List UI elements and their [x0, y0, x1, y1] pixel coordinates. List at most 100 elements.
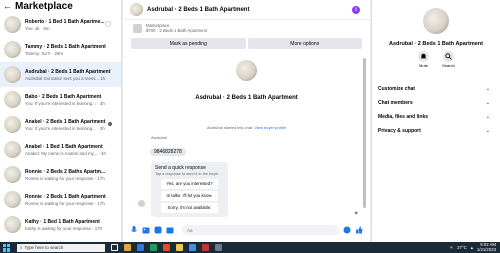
- conversation-snippet: Tammy: So?! · 29m: [25, 50, 64, 56]
- message-bubble: 9846828278: [150, 148, 186, 156]
- quick-response-button[interactable]: Yes, are you interested?: [161, 179, 218, 189]
- windows-taskbar: ⌕ Type here to search ☀ 27°C ▴ 9:02 AM 1…: [0, 242, 500, 253]
- more-options-button[interactable]: More options: [247, 38, 362, 49]
- chat-intro: Asdrubal · 2 Beds 1 Bath Apartment: [123, 52, 370, 101]
- mute-button[interactable]: Mute: [416, 51, 432, 68]
- quick-response-button[interactable]: Sorry, it's not available.: [161, 203, 218, 213]
- avatar[interactable]: [130, 3, 143, 16]
- app-icon[interactable]: [202, 244, 209, 251]
- conversation-item[interactable]: Babo · 2 Beds 1 Bath Apartment You: If yo…: [0, 87, 121, 112]
- conversation-snippet: You: If you're interested in learning...…: [25, 125, 105, 131]
- seen-indicator-icon: ◉: [354, 210, 359, 215]
- conversation-item[interactable]: Ronnie · 2 Beds 1 Bath Apartment Ronnie i…: [0, 187, 121, 212]
- intro-name: Asdrubal · 2 Beds 1 Bath Apartment: [195, 95, 298, 101]
- conversation-name: Tammy · 2 Beds 1 Bath Apartment: [25, 43, 106, 50]
- conversation-name: Babo · 2 Beds 1 Bath Apartment: [25, 93, 102, 100]
- started-text: Asdrubal started this chat.: [206, 125, 254, 130]
- avatar: [236, 60, 257, 81]
- app-icon[interactable]: [189, 244, 196, 251]
- conversation-snippet: You: If you're interested in learning...…: [25, 100, 105, 106]
- conversation-name: Ronnie · 2 Beds 2 Baths Apartm...: [25, 168, 106, 175]
- conversation-name: Kathy · 1 Bed 1 Bath Apartment: [25, 218, 100, 225]
- search-icon: ⌕: [20, 245, 23, 250]
- taskbar-search[interactable]: ⌕ Type here to search: [17, 243, 105, 252]
- gif-icon[interactable]: [166, 226, 174, 234]
- mark-read-icon[interactable]: [105, 21, 111, 27]
- avatar: [4, 41, 21, 58]
- panel-actions: Mute Search: [372, 51, 500, 68]
- chevron-down-icon: ⌄: [485, 86, 490, 92]
- weather-icon[interactable]: ☀: [449, 245, 453, 251]
- quick-response-card: Send a quick response Tap a response to …: [151, 162, 228, 217]
- conversation-item[interactable]: Anabel · 2 Beds 1 Bath Apartment You: If …: [0, 112, 121, 137]
- view-buyer-profile-link[interactable]: View buyer profile: [254, 125, 286, 130]
- app-icon[interactable]: [176, 244, 183, 251]
- app-icon[interactable]: [163, 244, 170, 251]
- app-icon[interactable]: [124, 244, 131, 251]
- app-icon[interactable]: [150, 244, 157, 251]
- image-icon[interactable]: [142, 226, 150, 234]
- quick-response-title: Send a quick response: [155, 165, 206, 171]
- app-icon[interactable]: [137, 244, 144, 251]
- search-icon: [443, 51, 454, 62]
- conversation-item-active[interactable]: Asdrubal · 2 Beds 1 Bath Apartment Asdrub…: [0, 62, 121, 87]
- sender-label: Asdrubal: [151, 135, 167, 140]
- sidebar-header: ← Marketplace: [0, 0, 121, 12]
- chevron-down-icon: ⌄: [485, 128, 490, 134]
- menu-label: Privacy & support: [378, 128, 421, 134]
- message-input[interactable]: [182, 225, 339, 235]
- menu-chat-members[interactable]: Chat members ⌄: [372, 96, 500, 110]
- microphone-icon[interactable]: [130, 226, 138, 234]
- avatar: [4, 166, 21, 183]
- bell-icon: [418, 51, 429, 62]
- conversation-snippet: Ronnie is waiting for your response · 17…: [25, 175, 105, 181]
- sticker-icon[interactable]: [154, 226, 162, 234]
- chat-title[interactable]: Asdrubal · 2 Beds 1 Bath Apartment: [147, 7, 249, 13]
- listing-thumbnail: [133, 23, 142, 33]
- like-icon[interactable]: [355, 226, 363, 234]
- quick-response-subtitle: Tap a response to send it to the buyer.: [155, 172, 220, 176]
- task-view-icon[interactable]: [111, 244, 118, 251]
- system-tray: ☀ 27°C ▴ 9:02 AM 1/21/2023: [449, 242, 496, 253]
- conversation-item[interactable]: Ronnie · 2 Beds 2 Baths Apartm... Ronnie …: [0, 162, 121, 187]
- menu-label: Customize chat: [378, 86, 415, 92]
- conversation-sidebar: ← Marketplace Roberto · 1 Bed 1 Bath Apa…: [0, 0, 122, 242]
- chat-header: Asdrubal · 2 Beds 1 Bath Apartment i: [123, 0, 370, 20]
- conversation-snippet: Ronnie is waiting for your response · 17…: [25, 200, 105, 206]
- app-icon[interactable]: [215, 244, 222, 251]
- conversation-item[interactable]: Anabel · 1 Bed 1 Bath Apartment Anabel: M…: [0, 137, 121, 162]
- back-arrow-icon[interactable]: ←: [3, 1, 12, 11]
- conversation-item[interactable]: Kathy · 1 Bed 1 Bath Apartment Kathy is w…: [0, 212, 121, 237]
- temperature[interactable]: 27°C: [457, 245, 467, 250]
- avatar: [423, 8, 449, 34]
- network-icon[interactable]: ▴: [471, 245, 473, 251]
- menu-label: Chat members: [378, 100, 413, 106]
- panel-name: Asdrubal · 2 Beds 1 Bath Apartment: [389, 41, 483, 47]
- emoji-icon[interactable]: [343, 226, 351, 234]
- date: 1/21/2023: [476, 246, 496, 252]
- conversation-snippet: Kathy is waiting for your response · 17h: [25, 225, 103, 231]
- windows-start-icon[interactable]: [3, 243, 11, 252]
- scrollbar[interactable]: [363, 58, 366, 208]
- clock[interactable]: 9:02 AM 1/21/2023: [476, 242, 496, 252]
- menu-privacy-support[interactable]: Privacy & support ⌄: [372, 124, 500, 138]
- avatar: [4, 91, 21, 108]
- listing-banner[interactable]: Marketplace $700 · 2 Beds 1 Bath Apartme…: [123, 20, 370, 36]
- conversation-name: Asdrubal · 2 Beds 1 Bath Apartment: [25, 68, 111, 75]
- avatar: [4, 216, 21, 233]
- menu-customize-chat[interactable]: Customize chat ⌄: [372, 82, 500, 96]
- sidebar-title: Marketplace: [15, 0, 73, 12]
- conversation-snippet: Asdrubal Gonzalez sent you a mess... 1h: [25, 75, 106, 81]
- conversation-item[interactable]: Tammy · 2 Beds 1 Bath Apartment Tammy: So…: [0, 37, 121, 62]
- chat-started-notice: Asdrubal started this chat. View buyer p…: [123, 125, 370, 130]
- search-button[interactable]: Search: [441, 51, 457, 68]
- search-label: Search: [442, 63, 455, 68]
- listing-price: $700 · 2 Beds 1 Bath Apartment: [146, 28, 208, 33]
- quick-response-button[interactable]: In talks. I'll let you know.: [161, 191, 218, 201]
- mark-as-pending-button[interactable]: Mark as pending: [131, 38, 246, 49]
- conversation-item[interactable]: Roberto · 1 Bed 1 Bath Apartme... You: ok…: [0, 12, 121, 37]
- menu-media-files-links[interactable]: Media, files and links ⌄: [372, 110, 500, 124]
- info-icon[interactable]: i: [352, 6, 360, 14]
- conversation-snippet: Anabel: My name is Anabel and my... · 4h: [25, 150, 106, 156]
- mute-label: Mute: [419, 63, 428, 68]
